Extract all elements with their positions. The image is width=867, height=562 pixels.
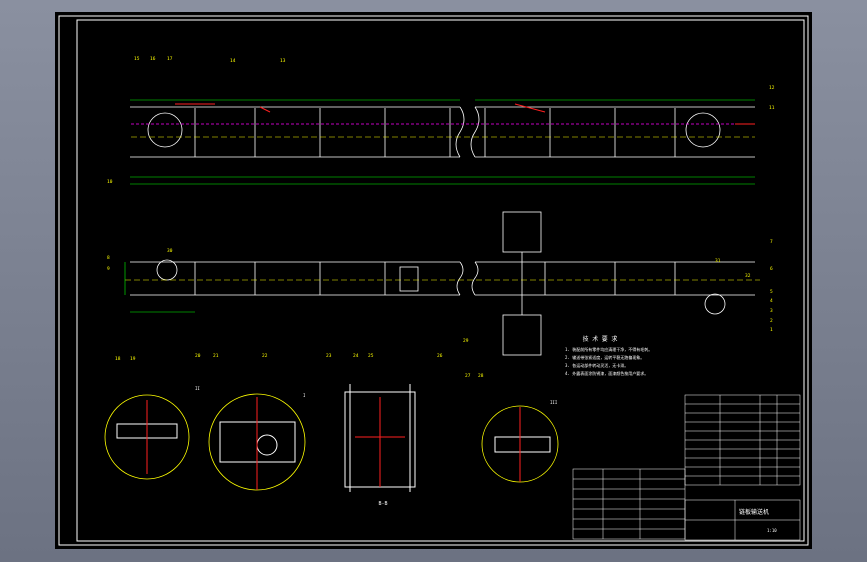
title-block-scale: 1:10 — [767, 528, 777, 533]
title-block-title: 链板输送机 — [739, 508, 769, 516]
front-view — [130, 106, 755, 158]
callout: 9 — [107, 266, 110, 272]
requirements-title: 技 术 要 求 — [583, 335, 618, 343]
callout: 8 — [107, 255, 110, 261]
callout: 6 — [770, 266, 773, 272]
cad-viewport[interactable]: B-B 技 术 要 求 1. 装配前所有零件均应清理干净，不得有毛刺。 2. 输… — [0, 0, 867, 562]
outer-border — [58, 15, 809, 546]
front-view-dimensions — [130, 99, 755, 185]
callout: 22 — [262, 353, 268, 359]
drawing-sheet: B-B 技 术 要 求 1. 装配前所有零件均应清理干净，不得有毛刺。 2. 输… — [55, 12, 812, 549]
callout: 23 — [326, 353, 332, 359]
callout: 16 — [150, 56, 156, 62]
callout: 26 — [437, 353, 443, 359]
detail-i — [208, 393, 306, 491]
parts-list — [572, 394, 801, 541]
callout: 18 — [115, 356, 121, 362]
plan-view — [130, 211, 755, 356]
requirement-1: 1. 装配前所有零件均应清理干净，不得有毛刺。 — [565, 346, 652, 352]
callout: 14 — [230, 58, 236, 64]
callout: 5 — [770, 289, 773, 295]
callout: 19 — [130, 356, 136, 362]
callout: 4 — [770, 298, 773, 304]
callout: 15 — [134, 56, 140, 62]
detail-label-iii: III — [550, 400, 558, 405]
detail-label-i: I — [303, 393, 306, 398]
callout: 28 — [478, 373, 484, 379]
requirement-4: 4. 外露表面涂防锈漆，面漆颜色按用户要求。 — [565, 370, 648, 376]
detail-ii — [104, 394, 190, 480]
callout: 11 — [769, 105, 775, 111]
callout: 7 — [770, 239, 773, 245]
callout: 24 — [353, 353, 359, 359]
callout: 25 — [368, 353, 374, 359]
callout: 30 — [167, 248, 173, 254]
inner-border — [76, 19, 805, 542]
callout: 1 — [770, 327, 773, 333]
requirement-3: 3. 各运动部件转动灵活，无卡滞。 — [565, 362, 628, 368]
callout: 29 — [463, 338, 469, 344]
detail-iii — [481, 405, 559, 483]
callout: 12 — [769, 85, 775, 91]
plan-dimensions — [124, 262, 195, 313]
drawing-canvas: B-B 技 术 要 求 1. 装配前所有零件均应清理干净，不得有毛刺。 2. 输… — [58, 15, 809, 546]
detail-label-ii: II — [195, 386, 200, 391]
callout: 20 — [195, 353, 201, 359]
callout: 32 — [745, 273, 751, 279]
callout: 13 — [280, 58, 286, 64]
section-b-b — [344, 384, 416, 492]
callout: 21 — [213, 353, 219, 359]
callout: 17 — [167, 56, 173, 62]
callout: 3 — [770, 308, 773, 314]
callout: 27 — [465, 373, 471, 379]
requirement-2: 2. 输送带张紧适度，运转平稳无跑偏现象。 — [565, 354, 644, 360]
callout: 31 — [715, 258, 721, 264]
section-label: B-B — [378, 501, 387, 507]
callout: 10 — [107, 179, 113, 185]
callout: 2 — [770, 318, 773, 324]
